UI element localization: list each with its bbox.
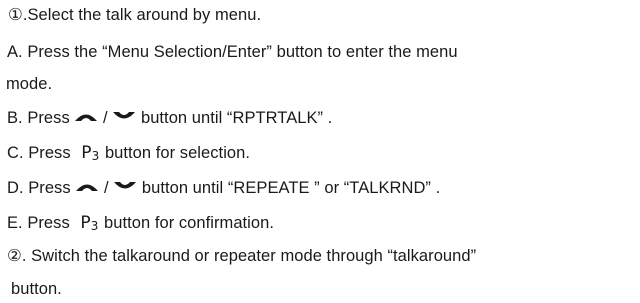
step-d-prefix: D. Press [7, 179, 71, 197]
step-a-continuation: mode. [6, 75, 53, 93]
step-e-suffix: button for confirmation. [104, 214, 274, 232]
step-c-prefix: C. Press [7, 144, 76, 162]
step-a-text: A. Press the “Menu Selection/Enter” butt… [7, 43, 458, 61]
step-d-suffix: button until “REPEATE ” or “TALKRND” . [141, 179, 441, 197]
p3-subscript: 3 [91, 149, 100, 163]
arch-down-arrow-icon [113, 177, 137, 197]
step-2-continuation: button. [11, 280, 62, 298]
step-b-prefix: B. Press [7, 109, 70, 127]
instruction-document: ①.Select the talk around by menu. A. Pre… [0, 0, 640, 303]
step-c-row: C. Press P3 button for selection. [7, 143, 250, 164]
step-b-separator: / [103, 109, 108, 127]
step-d-separator: / [103, 179, 109, 197]
p3-letter: P [80, 213, 91, 233]
arch-up-arrow-icon [74, 107, 98, 127]
step-1-heading: ①.Select the talk around by menu. [8, 6, 262, 24]
p3-button-icon: P3 [80, 213, 98, 234]
step-d-row: D. Press / button until “REPEATE ” or “T… [7, 178, 440, 199]
p3-button-icon: P3 [81, 143, 99, 164]
step-b-row: B. Press / button until “RPTRTALK” . [7, 108, 332, 129]
step-b-suffix: button until “RPTRTALK” . [140, 109, 333, 127]
step-2-heading: ②. Switch the talkaround or repeater mod… [7, 247, 477, 265]
p3-letter: P [81, 143, 92, 163]
arch-down-arrow-icon [112, 107, 136, 127]
step-c-suffix: button for selection. [104, 144, 250, 162]
step-e-prefix: E. Press [7, 214, 75, 232]
step-e-row: E. Press P3 button for confirmation. [7, 213, 274, 234]
p3-subscript: 3 [90, 219, 99, 233]
arch-up-arrow-icon [75, 177, 99, 197]
